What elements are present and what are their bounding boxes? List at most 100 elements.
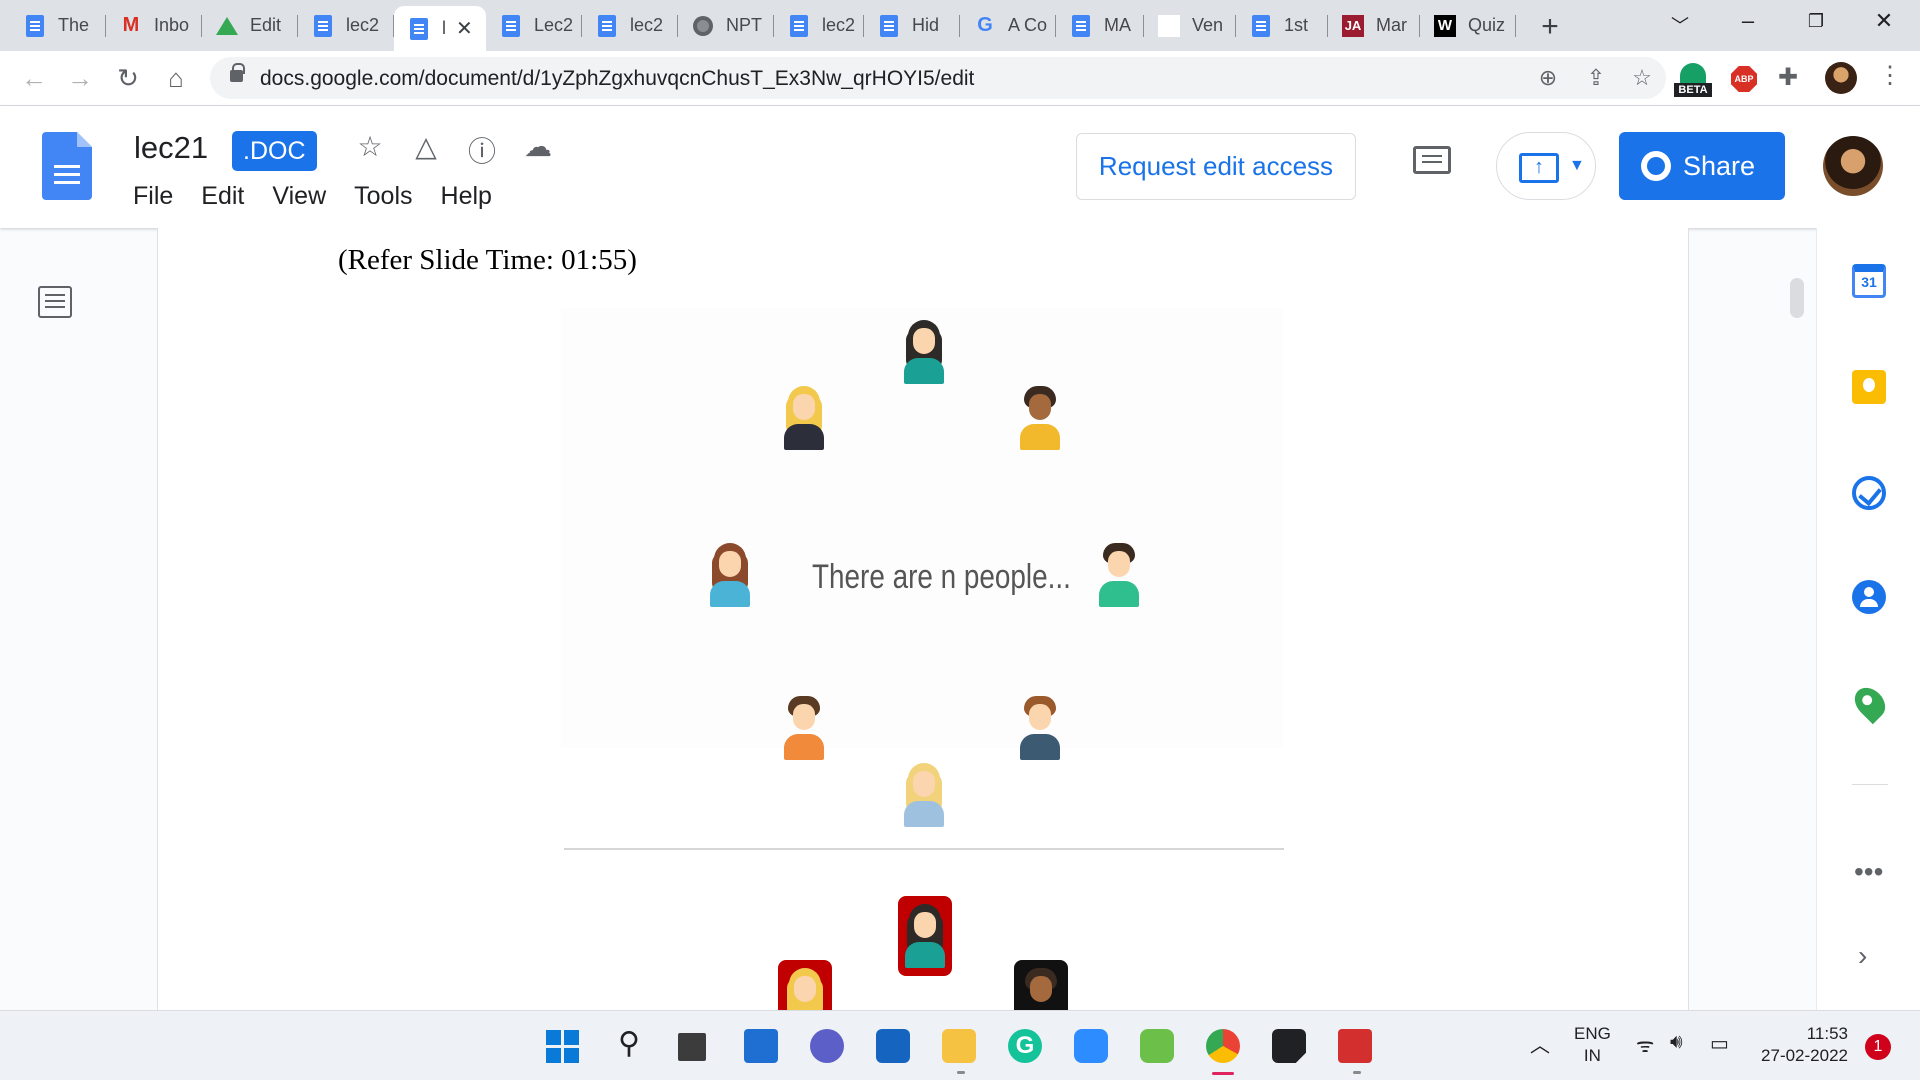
ja-icon: JA xyxy=(1342,14,1364,37)
document-page[interactable]: (Refer Slide Time: 01:55) There are n pe… xyxy=(157,228,1689,1010)
globe-icon xyxy=(692,15,714,37)
browser-tab[interactable]: lec2 xyxy=(582,8,678,43)
reload-icon[interactable]: ↻ xyxy=(112,62,144,94)
browser-tab[interactable]: lec2 xyxy=(774,8,864,43)
address-bar[interactable]: docs.google.com/document/d/1yZphZgxhuvqc… xyxy=(210,57,1666,99)
teams-chat-icon[interactable] xyxy=(810,1029,844,1063)
close-tab-icon[interactable]: ✕ xyxy=(456,16,473,41)
browser-tab[interactable]: Ven xyxy=(1144,8,1236,43)
windows-taskbar: ⚲ G ︿ ENG IN ᯤ 🔊︎ ▭ 11:53 27-02-2022 xyxy=(0,1010,1920,1080)
task-view-icon[interactable] xyxy=(678,1033,706,1061)
grammarly-icon[interactable]: G xyxy=(1008,1029,1042,1063)
star-icon[interactable]: ☆ xyxy=(352,130,388,163)
docs-icon xyxy=(878,14,900,37)
extensions-icon[interactable]: ✚ xyxy=(1778,63,1798,92)
docs-logo-icon[interactable] xyxy=(42,132,92,200)
calendar-icon[interactable]: 31 xyxy=(1852,264,1886,298)
adblock-icon[interactable]: ABP xyxy=(1731,66,1757,92)
browser-tab[interactable]: Edit xyxy=(202,8,298,43)
clock[interactable]: 11:53 27-02-2022 xyxy=(1752,1023,1848,1067)
notification-badge[interactable]: 1 xyxy=(1865,1034,1891,1060)
browser-tab[interactable]: Hid xyxy=(864,8,960,43)
language-indicator[interactable]: ENG IN xyxy=(1574,1023,1611,1067)
new-tab-button[interactable]: + xyxy=(1536,10,1564,44)
show-hidden-icons-icon[interactable]: ︿ xyxy=(1530,1029,1550,1058)
battery-icon[interactable]: ▭ xyxy=(1710,1031,1729,1056)
close-window-icon[interactable]: ✕ xyxy=(1864,8,1904,34)
more-addons-icon[interactable]: ••• xyxy=(1854,856,1883,888)
restore-icon[interactable]: ❐ xyxy=(1796,11,1836,32)
browser-tab[interactable]: 1st xyxy=(1236,8,1328,43)
beta-extension-icon[interactable]: BETA xyxy=(1674,63,1712,97)
back-icon[interactable]: ← xyxy=(18,62,50,94)
docs-icon xyxy=(500,14,522,37)
menu-view[interactable]: View xyxy=(272,182,326,211)
move-to-drive-icon[interactable]: △ xyxy=(408,130,444,163)
microsoft-store-icon[interactable] xyxy=(876,1029,910,1063)
docs-icon xyxy=(24,14,46,37)
person-avatar xyxy=(1097,543,1141,609)
sticky-notes-icon[interactable] xyxy=(1272,1029,1306,1063)
zoom-icon[interactable]: ⊕ xyxy=(1534,65,1562,91)
running-indicator xyxy=(1353,1071,1361,1074)
browser-tab[interactable]: G A Co xyxy=(960,8,1056,43)
docs-icon xyxy=(1250,14,1272,37)
browser-menu-icon[interactable]: ⋮ xyxy=(1878,61,1902,90)
document-title[interactable]: lec21 xyxy=(134,130,208,166)
browser-tab[interactable]: W Quiz xyxy=(1420,8,1516,43)
share-button[interactable]: Share xyxy=(1619,132,1785,200)
running-indicator xyxy=(957,1071,965,1074)
wifi-icon[interactable]: ᯤ xyxy=(1636,1031,1654,1058)
menu-help[interactable]: Help xyxy=(441,182,492,211)
menu-file[interactable]: File xyxy=(133,182,173,211)
forward-icon[interactable]: → xyxy=(64,62,96,94)
bookmark-star-icon[interactable]: ☆ xyxy=(1628,65,1656,91)
file-explorer-icon[interactable] xyxy=(942,1029,976,1063)
chrome-icon[interactable] xyxy=(1206,1029,1240,1063)
side-panel xyxy=(1816,228,1920,1010)
document-outline-icon[interactable] xyxy=(38,286,72,318)
menu-bar: File Edit View Tools Help xyxy=(133,182,520,211)
browser-tab[interactable]: MA xyxy=(1056,8,1144,43)
present-button[interactable]: ↑ ▼ xyxy=(1496,132,1596,200)
browser-tab-active[interactable]: l ✕ xyxy=(394,6,486,51)
menu-tools[interactable]: Tools xyxy=(354,182,412,211)
widgets-icon[interactable] xyxy=(744,1029,778,1063)
volume-icon[interactable]: 🔊︎ xyxy=(1670,1031,1683,1054)
gmail-icon: M xyxy=(122,14,140,36)
browser-tab[interactable]: NPT xyxy=(678,8,774,43)
green-app-icon[interactable] xyxy=(1140,1029,1174,1063)
share-page-icon[interactable]: ⇪ xyxy=(1582,65,1610,91)
collapse-panel-icon[interactable]: › xyxy=(1858,940,1867,972)
person-avatar xyxy=(902,320,946,386)
tab-search-chevron-icon[interactable]: ﹀ xyxy=(1660,12,1700,38)
zoom-app-icon[interactable] xyxy=(1074,1029,1108,1063)
keep-icon[interactable] xyxy=(1852,370,1886,404)
tasks-icon[interactable] xyxy=(1852,476,1886,510)
browser-tab[interactable]: The xyxy=(10,8,106,43)
home-icon[interactable]: ⌂ xyxy=(160,62,192,94)
google-icon: G xyxy=(977,14,993,36)
browser-tab[interactable]: JA Mar xyxy=(1328,8,1420,43)
request-edit-access-button[interactable]: Request edit access xyxy=(1076,133,1356,200)
search-icon[interactable]: ⚲ xyxy=(612,1029,646,1063)
info-icon[interactable]: ⓘ xyxy=(464,130,500,170)
browser-tab[interactable]: lec2 xyxy=(298,8,394,43)
docs-icon xyxy=(596,14,618,37)
account-avatar[interactable] xyxy=(1823,136,1883,196)
contacts-icon[interactable] xyxy=(1852,580,1886,614)
minimize-icon[interactable]: – xyxy=(1728,8,1768,34)
acrobat-icon[interactable] xyxy=(1338,1029,1372,1063)
profile-avatar[interactable] xyxy=(1825,62,1857,94)
browser-tab[interactable]: M Inbo xyxy=(106,8,202,43)
menu-edit[interactable]: Edit xyxy=(201,182,244,211)
windows-start-icon[interactable] xyxy=(546,1029,580,1063)
scrollbar-thumb[interactable] xyxy=(1790,278,1804,318)
comments-icon[interactable] xyxy=(1413,146,1453,180)
active-indicator xyxy=(1212,1072,1234,1075)
divider xyxy=(564,848,1284,850)
lock-icon[interactable] xyxy=(230,63,245,82)
browser-tab[interactable]: Lec2 xyxy=(486,8,582,43)
cloud-status-icon[interactable]: ☁ xyxy=(520,130,556,163)
url-text[interactable]: docs.google.com/document/d/1yZphZgxhuvqc… xyxy=(260,67,974,91)
